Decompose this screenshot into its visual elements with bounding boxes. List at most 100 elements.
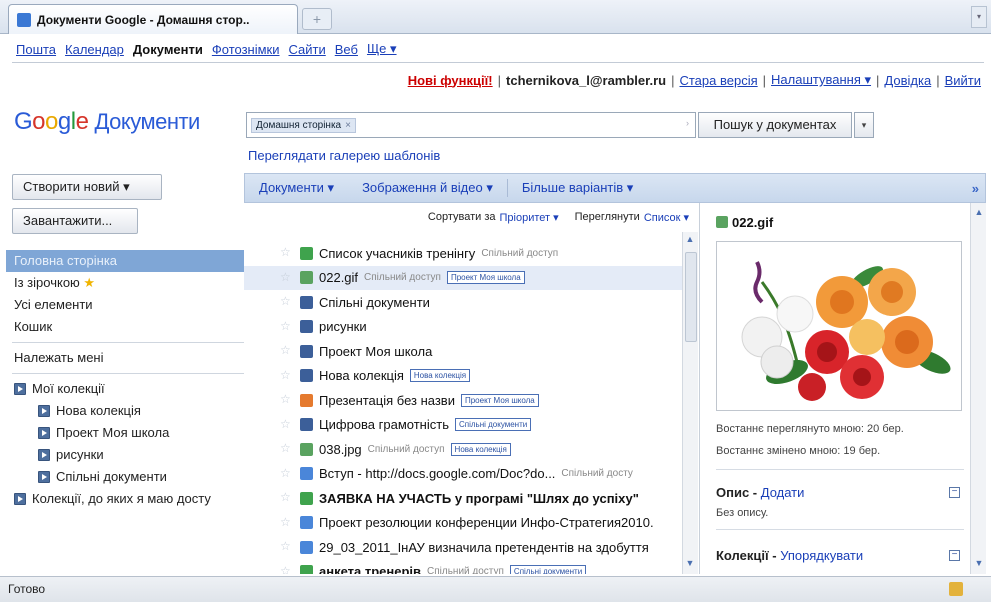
search-input[interactable]: Домашня сторінка × › [246, 112, 696, 138]
preview-scroll-down-icon[interactable]: ▼ [972, 556, 986, 570]
sidebar-item-trash[interactable]: Кошик [6, 316, 244, 338]
settings-link[interactable]: Налаштування ▾ [771, 72, 871, 88]
search-filter-chip[interactable]: Домашня сторінка × [251, 117, 356, 133]
table-row[interactable]: ☆ 022.gif Спільний доступ Проект Моя школа [244, 265, 682, 290]
new-features-link[interactable]: Нові функції! [408, 73, 493, 88]
star-toggle-icon[interactable]: ☆ [280, 246, 292, 258]
star-toggle-icon[interactable]: ☆ [280, 565, 292, 575]
star-toggle-icon[interactable]: ☆ [280, 344, 292, 356]
sidebar-item-home[interactable]: Головна сторінка [6, 250, 244, 272]
view-dropdown[interactable]: Список ▾ [644, 211, 689, 224]
table-row[interactable]: ☆ анкета тренерів Спільний доступ Спільні д… [244, 560, 682, 575]
row-title[interactable]: 022.gif [319, 270, 358, 285]
preview-scrollbar[interactable]: ▲ ▼ [970, 203, 986, 574]
collection-tag[interactable]: Нова колекція [409, 369, 471, 383]
logout-link[interactable]: Вийти [945, 73, 981, 88]
table-row[interactable]: ☆ Проект Моя школа [244, 339, 682, 364]
preview-title[interactable]: 022.gif [716, 215, 773, 230]
sidebar-collection-new[interactable]: Нова колекція [6, 400, 244, 422]
media-menu[interactable]: Зображення й відео ▾ [348, 180, 507, 196]
upload-button[interactable]: Завантажити... [12, 208, 138, 234]
star-toggle-icon[interactable]: ☆ [280, 467, 292, 479]
table-row[interactable]: ☆ Вступ - http://docs.google.com/Doc?do..… [244, 462, 682, 487]
nav-mail[interactable]: Пошта [16, 42, 56, 57]
table-row[interactable]: ☆ 29_03_2011_ІнАУ визначила претендентів … [244, 535, 682, 560]
star-toggle-icon[interactable]: ☆ [280, 295, 292, 307]
row-title[interactable]: рисунки [319, 319, 367, 334]
row-title[interactable]: Вступ - http://docs.google.com/Doc?do... [319, 466, 555, 481]
table-row[interactable]: ☆ Цифрова грамотність Спільні документи [244, 413, 682, 438]
star-toggle-icon[interactable]: ☆ [280, 442, 292, 454]
nav-photos[interactable]: Фотознімки [212, 42, 280, 57]
row-title[interactable]: Проект резолюции конференции Инфо-Страте… [319, 515, 654, 530]
list-scroll-thumb[interactable] [685, 252, 697, 342]
nav-more[interactable]: Ще ▾ [367, 41, 397, 57]
star-toggle-icon[interactable]: ☆ [280, 540, 292, 552]
row-title[interactable]: Проект Моя школа [319, 344, 432, 359]
star-toggle-icon[interactable]: ☆ [280, 491, 292, 503]
table-row[interactable]: ☆ Проект резолюции конференции Инфо-Страт… [244, 511, 682, 536]
collection-tag[interactable]: Спільні документи [454, 418, 532, 432]
help-link[interactable]: Довідка [884, 73, 931, 88]
organize-collections-link[interactable]: Упорядкувати [780, 548, 863, 563]
sort-dropdown[interactable]: Пріоритет ▾ [500, 211, 559, 224]
row-title[interactable]: Нова колекція [319, 368, 404, 383]
sidebar-item-owned[interactable]: Належать мені [6, 347, 244, 369]
star-toggle-icon[interactable]: ☆ [280, 271, 292, 283]
nav-documents[interactable]: Документи [133, 42, 203, 57]
search-button[interactable]: Пошук у документах [698, 112, 852, 138]
table-row[interactable]: ☆ ЗАЯВКА НА УЧАСТЬ у програмі "Шлях до ус… [244, 486, 682, 511]
row-title[interactable]: 038.jpg [319, 442, 362, 457]
table-row[interactable]: ☆ Спільні документи [244, 290, 682, 315]
tab-scroll-icon[interactable]: ▾ [971, 6, 987, 28]
collapse-collection-icon[interactable] [14, 383, 26, 395]
sidebar-item-starred[interactable]: Із зірочкою ★ [6, 272, 244, 294]
row-title[interactable]: Цифрова грамотність [319, 417, 449, 432]
table-row[interactable]: ☆ рисунки [244, 315, 682, 340]
sidebar-collection-school[interactable]: Проект Моя школа [6, 422, 244, 444]
table-row[interactable]: ☆ Список учасників тренінгу Спільний досту… [244, 241, 682, 266]
collapse-collections-icon[interactable]: − [949, 550, 960, 561]
scroll-up-icon[interactable]: ▲ [683, 232, 697, 246]
create-new-button[interactable]: Створити новий ▾ [12, 174, 162, 200]
browser-tab[interactable]: Документи Google - Домашня стор.. [8, 4, 298, 34]
collection-tag[interactable]: Проект Моя школа [446, 271, 525, 285]
search-options-dropdown-icon[interactable]: ▾ [854, 112, 874, 138]
sidebar-item-my-collections[interactable]: Мої колекції [6, 378, 244, 400]
sidebar-item-shared-collections[interactable]: Колекції, до яких я маю досту [6, 488, 244, 510]
row-title[interactable]: Спільні документи [319, 295, 430, 310]
more-options-menu[interactable]: Більше варіантів ▾ [508, 180, 647, 196]
collection-tag[interactable]: Спільні документи [509, 565, 587, 574]
row-title[interactable]: Список учасників тренінгу [319, 246, 475, 261]
table-row[interactable]: ☆ Презентація без назви Проект Моя школа [244, 388, 682, 413]
documents-menu[interactable]: Документи ▾ [245, 180, 348, 196]
star-toggle-icon[interactable]: ☆ [280, 320, 292, 332]
template-gallery-link[interactable]: Переглядати галерею шаблонів [248, 148, 440, 163]
table-row[interactable]: ☆ Нова колекція Нова колекція [244, 364, 682, 389]
collapse-description-icon[interactable]: − [949, 487, 960, 498]
collection-tag[interactable]: Нова колекція [450, 442, 511, 456]
sidebar-collection-drawings[interactable]: рисунки [6, 444, 244, 466]
chip-close-icon[interactable]: × [345, 120, 351, 131]
sidebar-collection-shared[interactable]: Спільні документи [6, 466, 244, 488]
preview-scroll-up-icon[interactable]: ▲ [972, 205, 986, 219]
sidebar-item-all[interactable]: Усі елементи [6, 294, 244, 316]
google-docs-logo[interactable]: Google Документи [14, 108, 200, 136]
row-title[interactable]: анкета тренерів [319, 564, 421, 574]
star-toggle-icon[interactable]: ☆ [280, 418, 292, 430]
star-toggle-icon[interactable]: ☆ [280, 393, 292, 405]
row-title[interactable]: ЗАЯВКА НА УЧАСТЬ у програмі "Шлях до усп… [319, 491, 639, 506]
scroll-down-icon[interactable]: ▼ [683, 556, 697, 570]
old-version-link[interactable]: Стара версія [679, 73, 757, 88]
row-title[interactable]: 29_03_2011_ІнАУ визначила претендентів н… [319, 540, 649, 555]
add-description-link[interactable]: Додати [761, 485, 805, 500]
star-toggle-icon[interactable]: ☆ [280, 516, 292, 528]
collection-tag[interactable]: Проект Моя школа [460, 393, 539, 407]
star-toggle-icon[interactable]: ☆ [280, 369, 292, 381]
expand-icon[interactable]: » [972, 181, 979, 196]
nav-sites[interactable]: Сайти [289, 42, 326, 57]
nav-web[interactable]: Веб [335, 42, 358, 57]
table-row[interactable]: ☆ 038.jpg Спільний доступ Нова колекція [244, 437, 682, 462]
row-title[interactable]: Презентація без назви [319, 393, 455, 408]
nav-calendar[interactable]: Календар [65, 42, 124, 57]
